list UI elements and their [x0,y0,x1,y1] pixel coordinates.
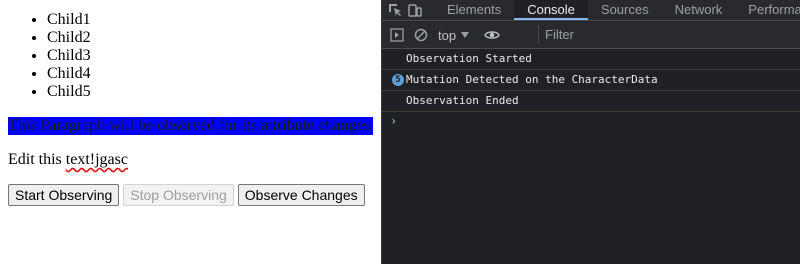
console-toolbar: top Filter [382,22,800,49]
editable-text[interactable]: Edit this text!jgasc [8,151,128,169]
console-prompt[interactable]: › [382,112,800,130]
list-item: Child2 [47,29,91,47]
dropdown-arrow-icon [461,32,470,38]
stop-observing-button[interactable]: Stop Observing [123,184,234,206]
web-page: Child1 Child2 Child3 Child4 Child5 This … [0,0,381,264]
tab-console[interactable]: Console [514,0,588,20]
list-item: Child4 [47,65,91,83]
console-message-text: Mutation Detected on the CharacterData [406,73,658,86]
console-message: Observation Started [382,49,800,70]
console-output: Observation Started 5 Mutation Detected … [382,49,800,130]
console-message: Observation Ended [382,91,800,112]
console-message-text: Observation Ended [406,94,519,107]
start-observing-button[interactable]: Start Observing [8,184,120,206]
eye-icon[interactable] [483,26,501,44]
devtools-tab-bar: Elements Console Sources Network Perform… [382,0,800,21]
button-row: Start Observing Stop Observing Observe C… [8,184,365,206]
context-label: top [438,27,457,43]
tab-performance[interactable]: Performance [735,0,800,20]
console-message: 5 Mutation Detected on the CharacterData [382,70,800,91]
console-message-text: Observation Started [406,52,532,65]
clear-console-icon[interactable] [412,26,430,44]
tab-network[interactable]: Network [662,0,736,20]
filter-input[interactable]: Filter [538,25,800,44]
inspect-element-icon[interactable] [388,0,402,20]
edit-word[interactable]: text!jgasc [66,151,128,168]
list-item: Child3 [47,47,91,65]
tab-sources[interactable]: Sources [588,0,662,20]
child-list: Child1 Child2 Child3 Child4 Child5 [7,11,91,101]
list-item: Child5 [47,83,91,101]
repeat-count-badge: 5 [392,74,404,86]
context-selector[interactable]: top [438,27,470,43]
edit-prefix: Edit this [8,151,66,168]
sidebar-toggle-icon[interactable] [388,26,406,44]
observe-changes-button[interactable]: Observe Changes [237,184,365,206]
observed-paragraph: This Paragraph will be observed for its … [8,117,373,135]
device-toolbar-icon[interactable] [408,0,422,20]
list-item: Child1 [47,11,91,29]
tab-elements[interactable]: Elements [434,0,514,20]
devtools-panel: Elements Console Sources Network Perform… [381,0,800,264]
